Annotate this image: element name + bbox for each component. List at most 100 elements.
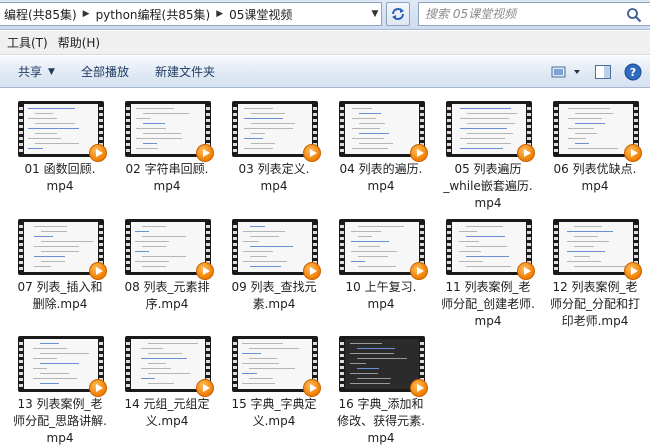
file-name: 15 字典_字典定 义.mp4 [224, 396, 324, 430]
file-item[interactable]: 15 字典_字典定 义.mp4 [224, 330, 324, 448]
file-name-line: mp4 [581, 179, 609, 193]
breadcrumb-item-root[interactable]: 编程(共85集) [0, 6, 81, 23]
thumbnail-text-line [136, 108, 174, 109]
thumbnail-text-line [574, 226, 602, 227]
thumbnail-text-line [568, 118, 602, 119]
file-item[interactable]: 04 列表的遍历. mp4 [331, 95, 431, 213]
thumbnail-text-line [467, 113, 517, 114]
breadcrumb-separator-icon[interactable]: ▶ [214, 9, 225, 19]
thumbnail-text-line [575, 133, 597, 134]
menu-help[interactable]: 帮助(H) [53, 34, 105, 51]
file-item[interactable]: 16 字典_添加和 修改、获得元素. mp4 [331, 330, 431, 448]
film-strip-icon [554, 104, 558, 154]
file-name-line: mp4 [367, 179, 395, 193]
thumbnail-text-line [35, 123, 75, 124]
thumbnail-text-line [350, 373, 378, 374]
thumbnail-screen [131, 104, 205, 154]
thumbnail-text-line [359, 113, 381, 114]
thumbnail-text-line [33, 358, 57, 359]
search-input[interactable] [425, 5, 621, 23]
thumbnail-text-line [467, 133, 513, 134]
thumbnail-text-line [357, 358, 407, 359]
thumbnail-text-line [41, 261, 65, 262]
file-item[interactable]: 02 字符串回顾. mp4 [117, 95, 217, 213]
thumbnail-text-line [143, 133, 181, 134]
file-name-line: mp4 [367, 431, 395, 445]
thumbnail-text-line [358, 226, 404, 227]
thumbnail-text-line [575, 113, 613, 114]
thumbnail-text-line [242, 343, 283, 344]
thumbnail-text-line [148, 343, 198, 344]
refresh-button[interactable] [386, 2, 410, 26]
film-strip-icon [447, 104, 451, 154]
video-play-icon [410, 262, 428, 280]
command-bar: 共享 ▼ 全部播放 新建文件夹 ? [0, 56, 650, 88]
thumbnail-text-line [141, 378, 155, 379]
menu-tools[interactable]: 工具(T) [2, 34, 53, 51]
thumbnail-text-line [40, 383, 59, 384]
file-item[interactable]: 13 列表案例_老 师分配_思路讲解. mp4 [10, 330, 110, 448]
thumbnail-text-line [243, 231, 285, 232]
thumbnail-text-line [358, 246, 380, 247]
thumbnail-text-line [33, 348, 67, 349]
film-strip-icon [340, 104, 344, 154]
file-item[interactable]: 03 列表定义. mp4 [224, 95, 324, 213]
preview-pane-button[interactable] [590, 60, 616, 84]
file-item[interactable]: 08 列表_元素排 序.mp4 [117, 213, 217, 331]
thumbnail-text-line [28, 148, 43, 149]
file-item[interactable]: 12 列表案例_老 师分配_分配和打 印老师.mp4 [545, 213, 645, 331]
view-options-icon [551, 66, 580, 78]
thumbnail-text-line [28, 128, 79, 129]
file-name-line: 02 字符串回顾. [125, 162, 209, 176]
thumbnail-text-line [352, 148, 388, 149]
file-name-line: mp4 [367, 297, 395, 311]
file-name-line: mp4 [474, 314, 502, 328]
video-thumbnail [232, 336, 321, 397]
breadcrumb-item-current[interactable]: 05课堂视频 [225, 6, 296, 23]
file-name-line: 09 列表_查找元 [231, 280, 317, 294]
address-dropdown-icon[interactable]: ▼ [368, 4, 382, 24]
video-thumbnail [18, 219, 107, 280]
thumbnail-text-line [251, 113, 285, 114]
file-item[interactable]: 14 元组_元组定 义.mp4 [117, 330, 217, 448]
thumbnail-text-line [351, 241, 389, 242]
breadcrumb-item-python[interactable]: python编程(共85集) [92, 6, 215, 23]
file-item[interactable]: 01 函数回顾. mp4 [10, 95, 110, 213]
thumbnail-text-line [567, 261, 601, 262]
file-item[interactable]: 11 列表案例_老 师分配_创建老师. mp4 [438, 213, 538, 331]
view-options-button[interactable] [546, 60, 586, 84]
share-button[interactable]: 共享 ▼ [0, 60, 65, 84]
file-name: 11 列表案例_老 师分配_创建老师. mp4 [438, 279, 538, 330]
thumbnail-text-line [28, 118, 57, 119]
thumbnail-text-line [350, 343, 382, 344]
video-play-icon [89, 144, 107, 162]
play-all-button[interactable]: 全部播放 [71, 60, 139, 84]
file-item[interactable]: 05 列表遍历 _while嵌套遍历. mp4 [438, 95, 538, 213]
breadcrumb-separator-icon[interactable]: ▶ [81, 9, 92, 19]
address-row: 编程(共85集) ▶ python编程(共85集) ▶ 05课堂视频 ▼ [0, 0, 650, 30]
thumbnail-text-line [243, 261, 287, 262]
new-folder-button[interactable]: 新建文件夹 [145, 60, 225, 84]
search-box[interactable] [418, 2, 650, 26]
thumbnail-text-line [467, 143, 511, 144]
thumbnail-text-line [459, 251, 481, 252]
breadcrumb[interactable]: 编程(共85集) ▶ python编程(共85集) ▶ 05课堂视频 [0, 2, 382, 26]
file-name-line: mp4 [153, 179, 181, 193]
file-item[interactable]: 09 列表_查找元 素.mp4 [224, 213, 324, 331]
thumbnail-text-line [359, 143, 393, 144]
thumbnail-text-line [358, 266, 396, 267]
search-icon[interactable] [626, 7, 642, 23]
file-item[interactable]: 06 列表优缺点. mp4 [545, 95, 645, 213]
thumbnail-text-line [136, 138, 182, 139]
thumbnail-text-line [460, 148, 503, 149]
film-strip-icon [126, 339, 130, 389]
menu-bar: 工具(T) 帮助(H) [0, 31, 650, 55]
thumbnail-text-line [40, 373, 69, 374]
thumbnail-text-line [242, 383, 275, 384]
file-item[interactable]: 10 上午复习. mp4 [331, 213, 431, 331]
thumbnail-text-line [136, 148, 158, 149]
help-button[interactable]: ? [620, 60, 646, 84]
file-item[interactable]: 07 列表_插入和 删除.mp4 [10, 213, 110, 331]
thumbnail-text-line [142, 246, 166, 247]
video-thumbnail [125, 336, 214, 397]
